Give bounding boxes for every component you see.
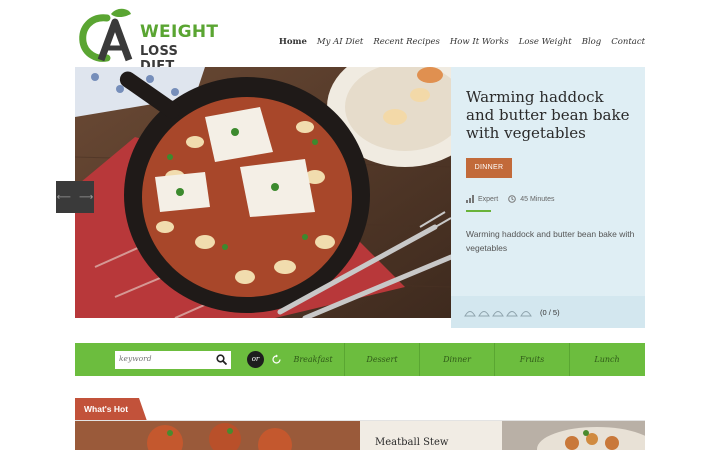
nav-item-recent-recipes[interactable]: Recent Recipes (373, 37, 440, 47)
hero-title[interactable]: Warming haddock and butter bean bake wit… (466, 88, 636, 142)
nav-item-contact[interactable]: Contact (611, 37, 645, 47)
nav-item-lose-weight[interactable]: Lose Weight (519, 37, 572, 47)
clock-icon (508, 195, 517, 203)
nav-item-blog[interactable]: Blog (582, 37, 602, 47)
time-label: 45 Minutes (520, 195, 555, 203)
next-arrow-icon[interactable]: ⟶ (79, 192, 93, 203)
nav-item-how-it-works[interactable]: How It Works (450, 37, 509, 47)
hero-image[interactable] (75, 67, 451, 318)
nav-item-my-ai-diet[interactable]: My AI Diet (317, 37, 363, 47)
whats-hot-tab: What's Hot (75, 398, 147, 421)
rating-bar: (0 / 5) (451, 296, 645, 328)
difficulty-label: Expert (478, 195, 499, 203)
nav-item-home[interactable]: Home (279, 37, 307, 47)
category-lunch[interactable]: Lunch (569, 343, 644, 376)
hero-info-panel: Warming haddock and butter bean bake wit… (451, 67, 645, 328)
category-badge[interactable]: DINNER (466, 158, 512, 178)
category-bar: or Breakfast Dessert Dinner Fruits Lunch (75, 343, 645, 376)
or-separator: or (247, 351, 264, 368)
refresh-icon[interactable] (271, 354, 282, 365)
category-list: Breakfast Dessert Dinner Fruits Lunch (282, 343, 644, 376)
divider (466, 210, 491, 212)
prev-arrow-icon[interactable]: ⟵ (57, 192, 71, 203)
category-dessert[interactable]: Dessert (344, 343, 419, 376)
rating-icon-5[interactable] (520, 307, 532, 317)
category-dinner[interactable]: Dinner (419, 343, 494, 376)
rating-icon-4[interactable] (506, 307, 518, 317)
card-title[interactable]: Meatball Stew (375, 437, 448, 448)
rating-stars[interactable] (464, 307, 532, 317)
search-icon[interactable] (216, 354, 227, 365)
difficulty-icon (466, 195, 474, 203)
card-text: Meatball Stew (360, 421, 502, 450)
search-box (115, 351, 231, 369)
rating-value: (0 / 5) (540, 308, 560, 317)
search-input[interactable] (119, 354, 209, 363)
slider-controls: ⟵ ⟶ (56, 181, 94, 213)
whats-hot-label: What's Hot (84, 404, 129, 414)
category-fruits[interactable]: Fruits (494, 343, 569, 376)
rating-icon-3[interactable] (492, 307, 504, 317)
card-image[interactable] (75, 421, 360, 450)
logo-mark (79, 8, 133, 62)
main-nav: Home My AI Diet Recent Recipes How It Wo… (279, 37, 645, 47)
rating-icon-1[interactable] (464, 307, 476, 317)
recipe-meta: Expert 45 Minutes (466, 195, 554, 203)
card-image-2[interactable] (502, 421, 645, 450)
category-breakfast[interactable]: Breakfast (282, 343, 344, 376)
hero-description: Warming haddock and butter bean bake wit… (466, 229, 635, 253)
logo-text-weight: WEIGHT (140, 22, 219, 42)
rating-icon-2[interactable] (478, 307, 490, 317)
logo[interactable]: WEIGHT LOSS DIET (77, 8, 219, 74)
